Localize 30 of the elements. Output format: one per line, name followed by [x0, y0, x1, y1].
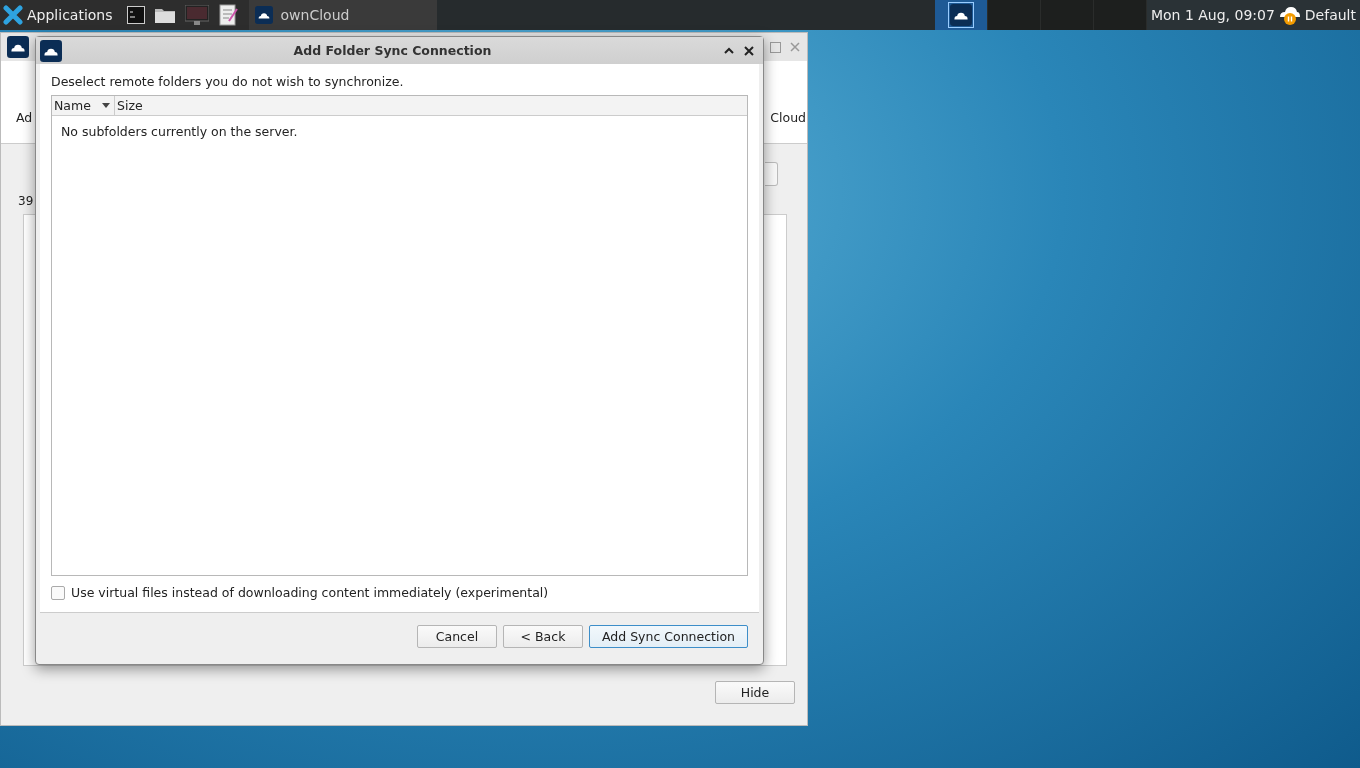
column-header[interactable]: Size [115, 96, 147, 115]
column-header[interactable]: Name [52, 96, 115, 115]
monitor-icon[interactable] [184, 5, 209, 25]
dialog-button[interactable]: Add Sync Connection [589, 625, 748, 648]
toolbar-label: Ad [16, 110, 33, 125]
tray-label: Default [1304, 7, 1356, 23]
info-text: 39 [18, 194, 35, 210]
toolbar-label: Cloud [770, 110, 806, 125]
workspace-button[interactable] [934, 0, 988, 30]
folder-icon[interactable] [154, 7, 175, 23]
empty-message: No subfolders currently on the server. [60, 123, 299, 139]
hide-button[interactable]: Hide [715, 681, 795, 704]
cloud-icon [254, 6, 273, 24]
x-logo-icon [3, 5, 23, 25]
cloud-icon [40, 39, 62, 62]
dialog-button[interactable]: Cancel [417, 625, 497, 648]
virtual-files-checkbox[interactable]: Use virtual files instead of downloading content immediately (experimental) [51, 585, 748, 600]
cloud-icon [949, 4, 972, 26]
maximize-icon[interactable] [770, 41, 781, 53]
cloud-icon [7, 36, 29, 58]
cloud-pause-icon[interactable] [1278, 4, 1301, 26]
terminal-icon[interactable] [126, 6, 145, 24]
text-editor-icon[interactable] [218, 4, 239, 26]
task-button[interactable]: ownCloud [248, 0, 437, 30]
applications-menu[interactable]: Applications [3, 5, 117, 25]
close-icon[interactable] [743, 44, 755, 57]
dialog-button[interactable]: < Back [503, 625, 583, 648]
window-title: Add Folder Sync Connection [292, 43, 493, 58]
clock[interactable]: Mon 1 Aug, 09:07 [1150, 7, 1275, 23]
instruction-text: Deselect remote folders you do not wish to synchronize. [51, 74, 405, 89]
